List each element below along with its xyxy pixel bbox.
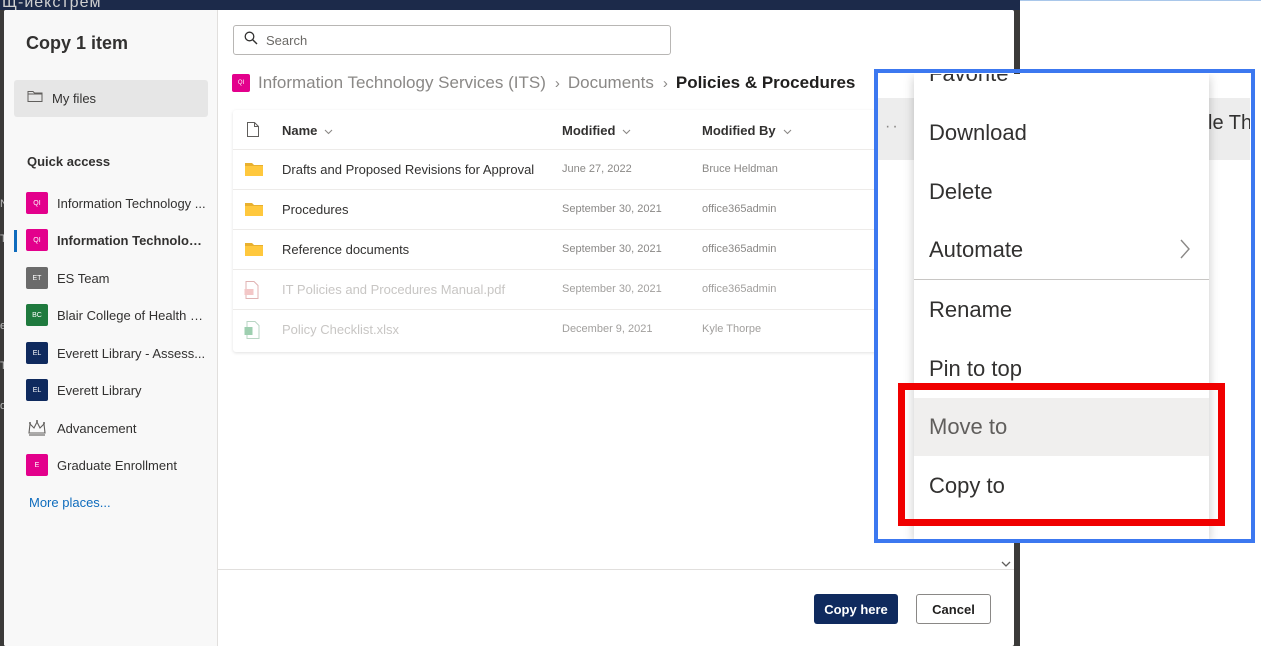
- item-name: Reference documents: [282, 242, 410, 257]
- item-modified: September 30, 2021: [562, 243, 662, 255]
- copy-here-button[interactable]: Copy here: [814, 594, 898, 624]
- scroll-down-icon[interactable]: [1000, 555, 1014, 569]
- my-files-button[interactable]: My files: [14, 80, 208, 117]
- folder-icon: [244, 241, 264, 262]
- chevron-down-icon: [783, 123, 792, 138]
- pdf-file-icon: [244, 281, 260, 304]
- quick-access-item[interactable]: Advancement: [14, 412, 214, 444]
- site-badge: EL: [26, 342, 48, 364]
- item-name: Procedures: [282, 202, 349, 217]
- site-badge: E: [26, 454, 48, 476]
- search-input[interactable]: [266, 32, 646, 48]
- item-modified: September 30, 2021: [562, 283, 662, 295]
- file-list: Name Modified Modified By Drafts and Pro…: [233, 110, 881, 352]
- quick-access-item[interactable]: BC Blair College of Health - ...: [14, 299, 214, 331]
- folder-icon: [244, 201, 264, 222]
- chevron-down-icon: [622, 123, 631, 138]
- my-files-label: My files: [52, 91, 97, 106]
- chevron-right-icon: ›: [662, 74, 668, 92]
- item-name: Policy Checklist.xlsx: [282, 322, 400, 337]
- copy-dialog: Copy 1 item My files Quick access QI Inf…: [4, 10, 1014, 646]
- breadcrumb-current-folder: Policies & Procedures: [675, 73, 856, 92]
- quick-access-label: Everett Library - Assess...: [57, 345, 206, 361]
- site-badge: QI: [26, 192, 48, 214]
- footer-divider: [218, 569, 1014, 570]
- breadcrumb: QI Information Technology Services (ITS)…: [232, 72, 855, 94]
- background-header-strip: [0, 0, 1020, 10]
- breadcrumb-library[interactable]: Documents: [568, 73, 654, 93]
- item-modified-by: Bruce Heldman: [702, 163, 778, 175]
- quick-access-item[interactable]: EL Everett Library - Assess...: [14, 337, 214, 369]
- chevron-right-icon: ›: [554, 74, 560, 92]
- item-modified: December 9, 2021: [562, 323, 653, 335]
- quick-access-label: Graduate Enrollment: [57, 457, 177, 473]
- quick-access-label: Blair College of Health - ...: [57, 307, 207, 323]
- folder-icon: [244, 161, 264, 182]
- list-item[interactable]: Reference documents September 30, 2021 o…: [233, 230, 881, 270]
- column-header-modified[interactable]: Modified: [562, 123, 631, 138]
- crown-icon: [26, 417, 48, 439]
- quick-access-item[interactable]: EL Everett Library: [14, 374, 214, 406]
- quick-access-label: Everett Library: [57, 382, 142, 398]
- item-name: Drafts and Proposed Revisions for Approv…: [282, 162, 535, 177]
- quick-access-item[interactable]: ET ES Team: [14, 262, 214, 294]
- screen: Щ-йекстрем N T e T o Copy 1 item My file…: [0, 0, 1261, 646]
- item-modified-by: office365admin: [702, 203, 777, 215]
- more-places-link[interactable]: More places...: [29, 495, 111, 510]
- site-badge: QI: [232, 74, 250, 92]
- site-badge: EL: [26, 379, 48, 401]
- quick-access-item[interactable]: E Graduate Enrollment: [14, 449, 214, 481]
- dialog-title: Copy 1 item: [26, 33, 129, 53]
- list-item: IT Policies and Procedures Manual.pdf Se…: [233, 270, 881, 310]
- list-item[interactable]: Procedures September 30, 2021 office365a…: [233, 190, 881, 230]
- file-list-header: Name Modified Modified By: [233, 110, 881, 150]
- quick-access-label: Information Technology ...: [57, 195, 206, 211]
- item-name: IT Policies and Procedures Manual.pdf: [282, 282, 506, 297]
- cancel-button[interactable]: Cancel: [916, 594, 991, 624]
- quick-access-label: Information Technolog...: [57, 232, 207, 248]
- column-header-label: Name: [282, 123, 318, 138]
- search-icon: [244, 31, 258, 50]
- excel-file-icon: [244, 321, 260, 344]
- item-modified-by: office365admin: [702, 243, 777, 255]
- quick-access-label: Advancement: [57, 420, 137, 436]
- site-badge: QI: [26, 229, 48, 251]
- background-top-line: [1020, 0, 1261, 1]
- column-header-label: Modified By: [702, 123, 776, 138]
- column-header-label: Modified: [562, 123, 616, 138]
- column-header-name[interactable]: Name: [282, 123, 333, 138]
- column-header-modified-by[interactable]: Modified By: [702, 123, 792, 138]
- quick-access-heading: Quick access: [27, 154, 111, 169]
- chevron-down-icon: [324, 123, 333, 138]
- folder-icon: [27, 89, 43, 108]
- item-modified-by: office365admin: [702, 283, 777, 295]
- quick-access-label: ES Team: [57, 270, 110, 286]
- item-modified-by: Kyle Thorpe: [702, 323, 762, 335]
- highlight-box-red: [898, 383, 1225, 526]
- item-modified: June 27, 2022: [562, 163, 632, 175]
- item-modified: September 30, 2021: [562, 203, 662, 215]
- dialog-sidebar: Copy 1 item My files Quick access QI Inf…: [4, 10, 218, 646]
- breadcrumb-site[interactable]: Information Technology Services (ITS): [258, 73, 546, 93]
- site-badge: ET: [26, 267, 48, 289]
- file-type-icon: [247, 122, 259, 142]
- list-item[interactable]: Drafts and Proposed Revisions for Approv…: [233, 150, 881, 190]
- list-item: Policy Checklist.xlsx December 9, 2021 K…: [233, 310, 881, 350]
- quick-access-item-selected[interactable]: QI Information Technolog...: [14, 224, 214, 256]
- quick-access-item[interactable]: QI Information Technology ...: [14, 187, 214, 219]
- site-badge: BC: [26, 304, 48, 326]
- search-box[interactable]: [233, 25, 671, 55]
